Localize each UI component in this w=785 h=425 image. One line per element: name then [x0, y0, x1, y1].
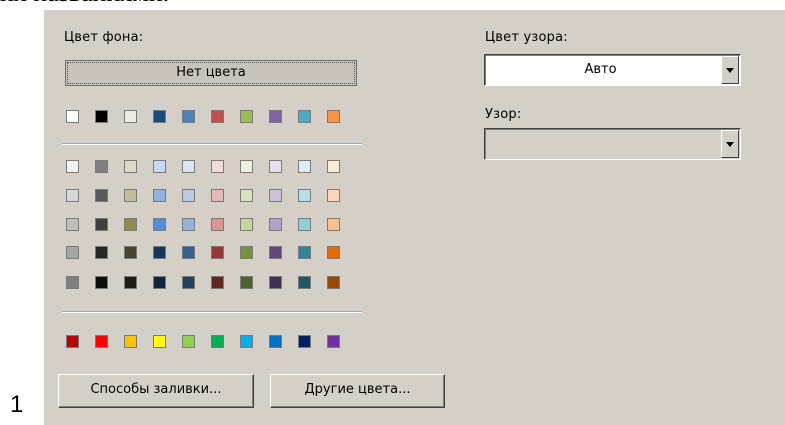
color-swatch-shade1-1[interactable]: [66, 160, 79, 173]
color-swatch-shade4-8[interactable]: [269, 246, 282, 259]
color-swatch-shade4-4[interactable]: [153, 246, 166, 259]
color-swatch-shade3-5[interactable]: [182, 218, 195, 231]
color-swatch-shade3-8[interactable]: [269, 218, 282, 231]
color-swatch-shade1-9[interactable]: [298, 160, 311, 173]
color-swatch-theme-5[interactable]: [182, 110, 195, 123]
color-swatch-shade2-1[interactable]: [66, 189, 79, 202]
pattern-style-label: Узор:: [485, 107, 522, 122]
color-swatch-shade2-7[interactable]: [240, 189, 253, 202]
page-number: 1: [10, 391, 24, 418]
background-color-label: Цвет фона:: [64, 30, 144, 45]
color-swatch-shade5-9[interactable]: [298, 276, 311, 289]
no-color-button[interactable]: Нет цвета: [65, 60, 357, 86]
color-swatch-standard-9[interactable]: [298, 335, 311, 348]
color-swatch-shade5-6[interactable]: [211, 276, 224, 289]
color-swatch-shade4-7[interactable]: [240, 246, 253, 259]
color-swatch-theme-8[interactable]: [269, 110, 282, 123]
color-swatch-shade4-2[interactable]: [95, 246, 108, 259]
color-swatch-theme-6[interactable]: [211, 110, 224, 123]
palette-separator-2: [62, 311, 362, 313]
color-swatch-shade4-9[interactable]: [298, 246, 311, 259]
color-swatch-shade4-10[interactable]: [327, 246, 340, 259]
color-swatch-shade5-5[interactable]: [182, 276, 195, 289]
color-swatch-shade2-10[interactable]: [327, 189, 340, 202]
color-swatch-standard-1[interactable]: [66, 335, 79, 348]
format-cells-fill-panel: Цвет фона: Нет цвета Способы заливки... …: [44, 10, 785, 425]
pattern-style-select[interactable]: [484, 128, 741, 160]
color-swatch-shade1-2[interactable]: [95, 160, 108, 173]
color-swatch-shade5-8[interactable]: [269, 276, 282, 289]
color-swatch-standard-10[interactable]: [327, 335, 340, 348]
color-swatch-shade3-4[interactable]: [153, 218, 166, 231]
color-swatch-shade1-7[interactable]: [240, 160, 253, 173]
focus-rect: [67, 62, 355, 84]
color-swatch-shade2-5[interactable]: [182, 189, 195, 202]
color-swatch-shade3-3[interactable]: [124, 218, 137, 231]
color-swatch-shade4-1[interactable]: [66, 246, 79, 259]
color-swatch-shade2-9[interactable]: [298, 189, 311, 202]
color-swatch-shade3-1[interactable]: [66, 218, 79, 231]
color-swatch-theme-7[interactable]: [240, 110, 253, 123]
color-swatch-shade4-6[interactable]: [211, 246, 224, 259]
color-swatch-standard-7[interactable]: [240, 335, 253, 348]
color-swatch-shade3-2[interactable]: [95, 218, 108, 231]
color-swatch-standard-8[interactable]: [269, 335, 282, 348]
color-swatch-theme-2[interactable]: [95, 110, 108, 123]
color-swatch-shade3-9[interactable]: [298, 218, 311, 231]
color-swatch-shade5-10[interactable]: [327, 276, 340, 289]
pattern-style-dropdown-button[interactable]: [721, 130, 739, 158]
color-swatch-shade1-3[interactable]: [124, 160, 137, 173]
pattern-color-label: Цвет узора:: [485, 30, 568, 45]
color-swatch-shade3-10[interactable]: [327, 218, 340, 231]
chevron-down-icon: [726, 68, 734, 73]
more-colors-button[interactable]: Другие цвета...: [270, 374, 445, 408]
color-swatch-shade5-7[interactable]: [240, 276, 253, 289]
color-swatch-shade2-4[interactable]: [153, 189, 166, 202]
color-swatch-theme-1[interactable]: [66, 110, 79, 123]
chevron-down-icon: [726, 142, 734, 147]
color-swatch-shade1-10[interactable]: [327, 160, 340, 173]
color-swatch-standard-3[interactable]: [124, 335, 137, 348]
color-swatch-theme-4[interactable]: [153, 110, 166, 123]
color-swatch-theme-10[interactable]: [327, 110, 340, 123]
color-swatch-theme-3[interactable]: [124, 110, 137, 123]
color-swatch-shade4-5[interactable]: [182, 246, 195, 259]
color-swatch-shade2-2[interactable]: [95, 189, 108, 202]
color-swatch-shade2-8[interactable]: [269, 189, 282, 202]
color-swatch-shade1-4[interactable]: [153, 160, 166, 173]
color-swatch-standard-4[interactable]: [153, 335, 166, 348]
color-swatch-shade4-3[interactable]: [124, 246, 137, 259]
pattern-color-value: Авто: [584, 62, 617, 77]
color-swatch-theme-9[interactable]: [298, 110, 311, 123]
color-swatch-shade2-3[interactable]: [124, 189, 137, 202]
color-swatch-shade1-6[interactable]: [211, 160, 224, 173]
fill-effects-button[interactable]: Способы заливки...: [58, 374, 254, 408]
color-swatch-shade3-6[interactable]: [211, 218, 224, 231]
color-swatch-shade1-8[interactable]: [269, 160, 282, 173]
color-swatch-shade5-2[interactable]: [95, 276, 108, 289]
color-swatch-standard-5[interactable]: [182, 335, 195, 348]
pattern-color-select[interactable]: Авто: [484, 54, 741, 86]
palette-separator-1: [62, 143, 362, 145]
color-swatch-standard-6[interactable]: [211, 335, 224, 348]
color-swatch-shade2-6[interactable]: [211, 189, 224, 202]
pattern-style-value: [485, 129, 716, 159]
pattern-color-dropdown-button[interactable]: [721, 56, 739, 84]
color-swatch-shade1-5[interactable]: [182, 160, 195, 173]
color-swatch-shade5-4[interactable]: [153, 276, 166, 289]
color-swatch-shade3-7[interactable]: [240, 218, 253, 231]
color-swatch-shade5-1[interactable]: [66, 276, 79, 289]
color-swatch-standard-2[interactable]: [95, 335, 108, 348]
color-swatch-shade5-3[interactable]: [124, 276, 137, 289]
